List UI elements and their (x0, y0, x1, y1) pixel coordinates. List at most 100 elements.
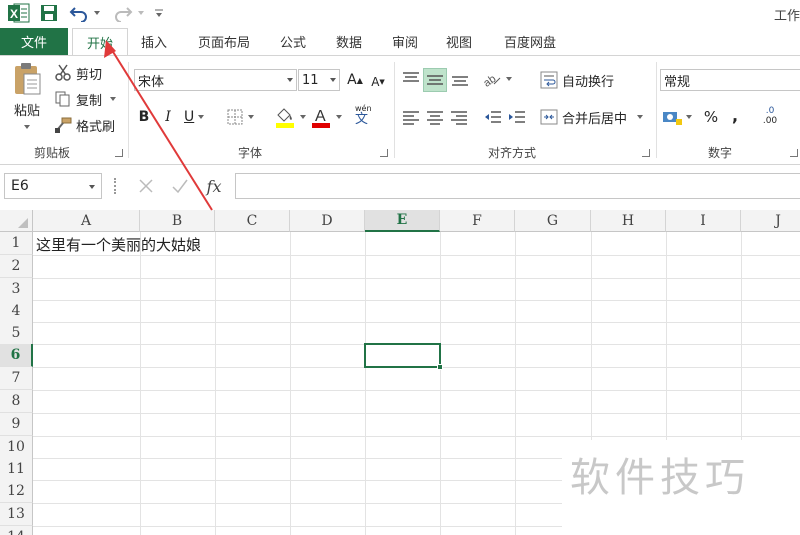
orientation-button[interactable]: ab (482, 68, 516, 90)
phonetic-guide-button[interactable]: wén 文 (355, 104, 389, 132)
redo-icon[interactable] (112, 3, 134, 23)
currency-icon (663, 112, 682, 125)
percent-button[interactable]: % (702, 106, 720, 128)
undo-icon[interactable] (68, 3, 90, 23)
chevron-down-icon (330, 78, 336, 82)
row-header-11[interactable]: 11 (0, 458, 33, 481)
borders-button[interactable] (226, 106, 260, 128)
column-header-a[interactable]: A (33, 210, 140, 232)
align-center-button[interactable] (424, 106, 446, 128)
row-header-7[interactable]: 7 (0, 367, 33, 390)
align-top-button[interactable] (400, 68, 422, 90)
gridline (33, 322, 800, 323)
formula-input[interactable] (235, 173, 800, 199)
number-format-select[interactable]: 常规 (660, 69, 800, 91)
merge-center-button[interactable]: 合并后居中 (540, 106, 644, 128)
row-header-3[interactable]: 3 (0, 278, 33, 301)
cancel-icon[interactable] (136, 176, 156, 196)
font-size-select[interactable]: 11 (298, 69, 340, 91)
tab-insert[interactable]: 插入 (134, 28, 174, 55)
row-header-12[interactable]: 12 (0, 480, 33, 503)
merge-dropdown-icon[interactable] (637, 115, 644, 119)
row-header-8[interactable]: 8 (0, 390, 33, 413)
font-color-button[interactable]: A (310, 104, 344, 130)
tab-view[interactable]: 视图 (438, 28, 480, 55)
decrease-indent-button[interactable] (482, 106, 504, 128)
row-header-2[interactable]: 2 (0, 255, 33, 278)
paste-dropdown-icon[interactable] (24, 125, 30, 129)
row-header-13[interactable]: 13 (0, 503, 33, 526)
cut-button[interactable]: 剪切 (54, 62, 102, 84)
wrap-text-button[interactable]: 自动换行 (540, 69, 614, 91)
paste-button[interactable]: 粘贴 (8, 62, 46, 140)
copy-dropdown-icon[interactable] (110, 97, 117, 101)
column-header-g[interactable]: G (515, 210, 591, 232)
tab-formulas[interactable]: 公式 (272, 28, 314, 55)
paste-label: 粘贴 (13, 104, 40, 119)
align-middle-button[interactable] (423, 68, 447, 92)
tab-data[interactable]: 数据 (328, 28, 370, 55)
bold-button[interactable]: B (136, 106, 152, 128)
row-header-5[interactable]: 5 (0, 322, 33, 345)
column-header-f[interactable]: F (440, 210, 515, 232)
undo-dropdown-icon[interactable] (92, 3, 102, 23)
enter-icon[interactable] (170, 176, 190, 196)
column-header-i[interactable]: I (666, 210, 741, 232)
active-cell-e6[interactable] (364, 343, 441, 368)
save-icon[interactable] (38, 3, 60, 23)
copy-label: 复制 (76, 93, 103, 109)
comma-style-button[interactable]: , (728, 104, 742, 126)
accounting-format-button[interactable] (662, 106, 696, 128)
number-launcher-icon[interactable] (790, 149, 798, 157)
insert-function-button[interactable]: fx (202, 174, 226, 198)
increase-decimal-button[interactable]: .0 .00 (758, 106, 782, 130)
align-left-button[interactable] (400, 106, 422, 128)
column-header-d[interactable]: D (290, 210, 365, 232)
fill-handle[interactable] (437, 364, 443, 370)
increase-font-button[interactable]: A ▲ (347, 70, 363, 90)
italic-button[interactable]: I (160, 106, 176, 128)
column-header-h[interactable]: H (591, 210, 666, 232)
column-header-e[interactable]: E (365, 210, 440, 232)
tab-file[interactable]: 文件 (0, 28, 68, 55)
row-header-6[interactable]: 6 (0, 344, 33, 367)
redo-dropdown-icon[interactable] (136, 3, 146, 23)
tab-home[interactable]: 开始 (72, 28, 128, 56)
alignment-launcher-icon[interactable] (642, 149, 650, 157)
group-divider (656, 62, 657, 158)
row-header-10[interactable]: 10 (0, 436, 33, 459)
tab-page-layout[interactable]: 页面布局 (188, 28, 260, 55)
formula-bar-splitter[interactable] (114, 178, 116, 194)
fill-color-button[interactable] (274, 104, 308, 130)
format-painter-button[interactable]: 格式刷 (54, 114, 115, 136)
font-name-select[interactable]: 宋体 (134, 69, 297, 91)
name-box[interactable]: E6 (4, 173, 102, 199)
paint-bucket-icon (276, 108, 294, 128)
row-header-14[interactable]: 14 (0, 526, 33, 535)
bold-icon: B (138, 109, 150, 125)
italic-icon: I (165, 109, 171, 125)
tab-baidu-netdisk[interactable]: 百度网盘 (494, 28, 566, 55)
percent-icon: % (703, 108, 719, 126)
clipboard-launcher-icon[interactable] (115, 149, 123, 157)
column-header-b[interactable]: B (140, 210, 215, 232)
gridline (33, 278, 800, 279)
cell-a1[interactable]: 这里有一个美丽的大姑娘 (36, 233, 201, 256)
decrease-font-button[interactable]: A ▼ (370, 72, 386, 92)
align-right-button[interactable] (448, 106, 470, 128)
row-header-1[interactable]: 1 (0, 232, 33, 255)
row-header-4[interactable]: 4 (0, 300, 33, 323)
svg-text:X: X (10, 7, 18, 21)
column-header-j[interactable]: J (741, 210, 800, 232)
font-launcher-icon[interactable] (380, 149, 388, 157)
copy-button[interactable]: 复制 (54, 88, 117, 110)
align-bottom-button[interactable] (449, 68, 471, 90)
row-header-9[interactable]: 9 (0, 413, 33, 436)
tab-review[interactable]: 审阅 (384, 28, 426, 55)
column-header-c[interactable]: C (215, 210, 290, 232)
increase-indent-button[interactable] (506, 106, 528, 128)
comma-icon: , (731, 105, 739, 125)
underline-button[interactable]: U (184, 106, 214, 128)
customize-qat-icon[interactable] (152, 3, 166, 23)
select-all-button[interactable] (0, 210, 33, 232)
